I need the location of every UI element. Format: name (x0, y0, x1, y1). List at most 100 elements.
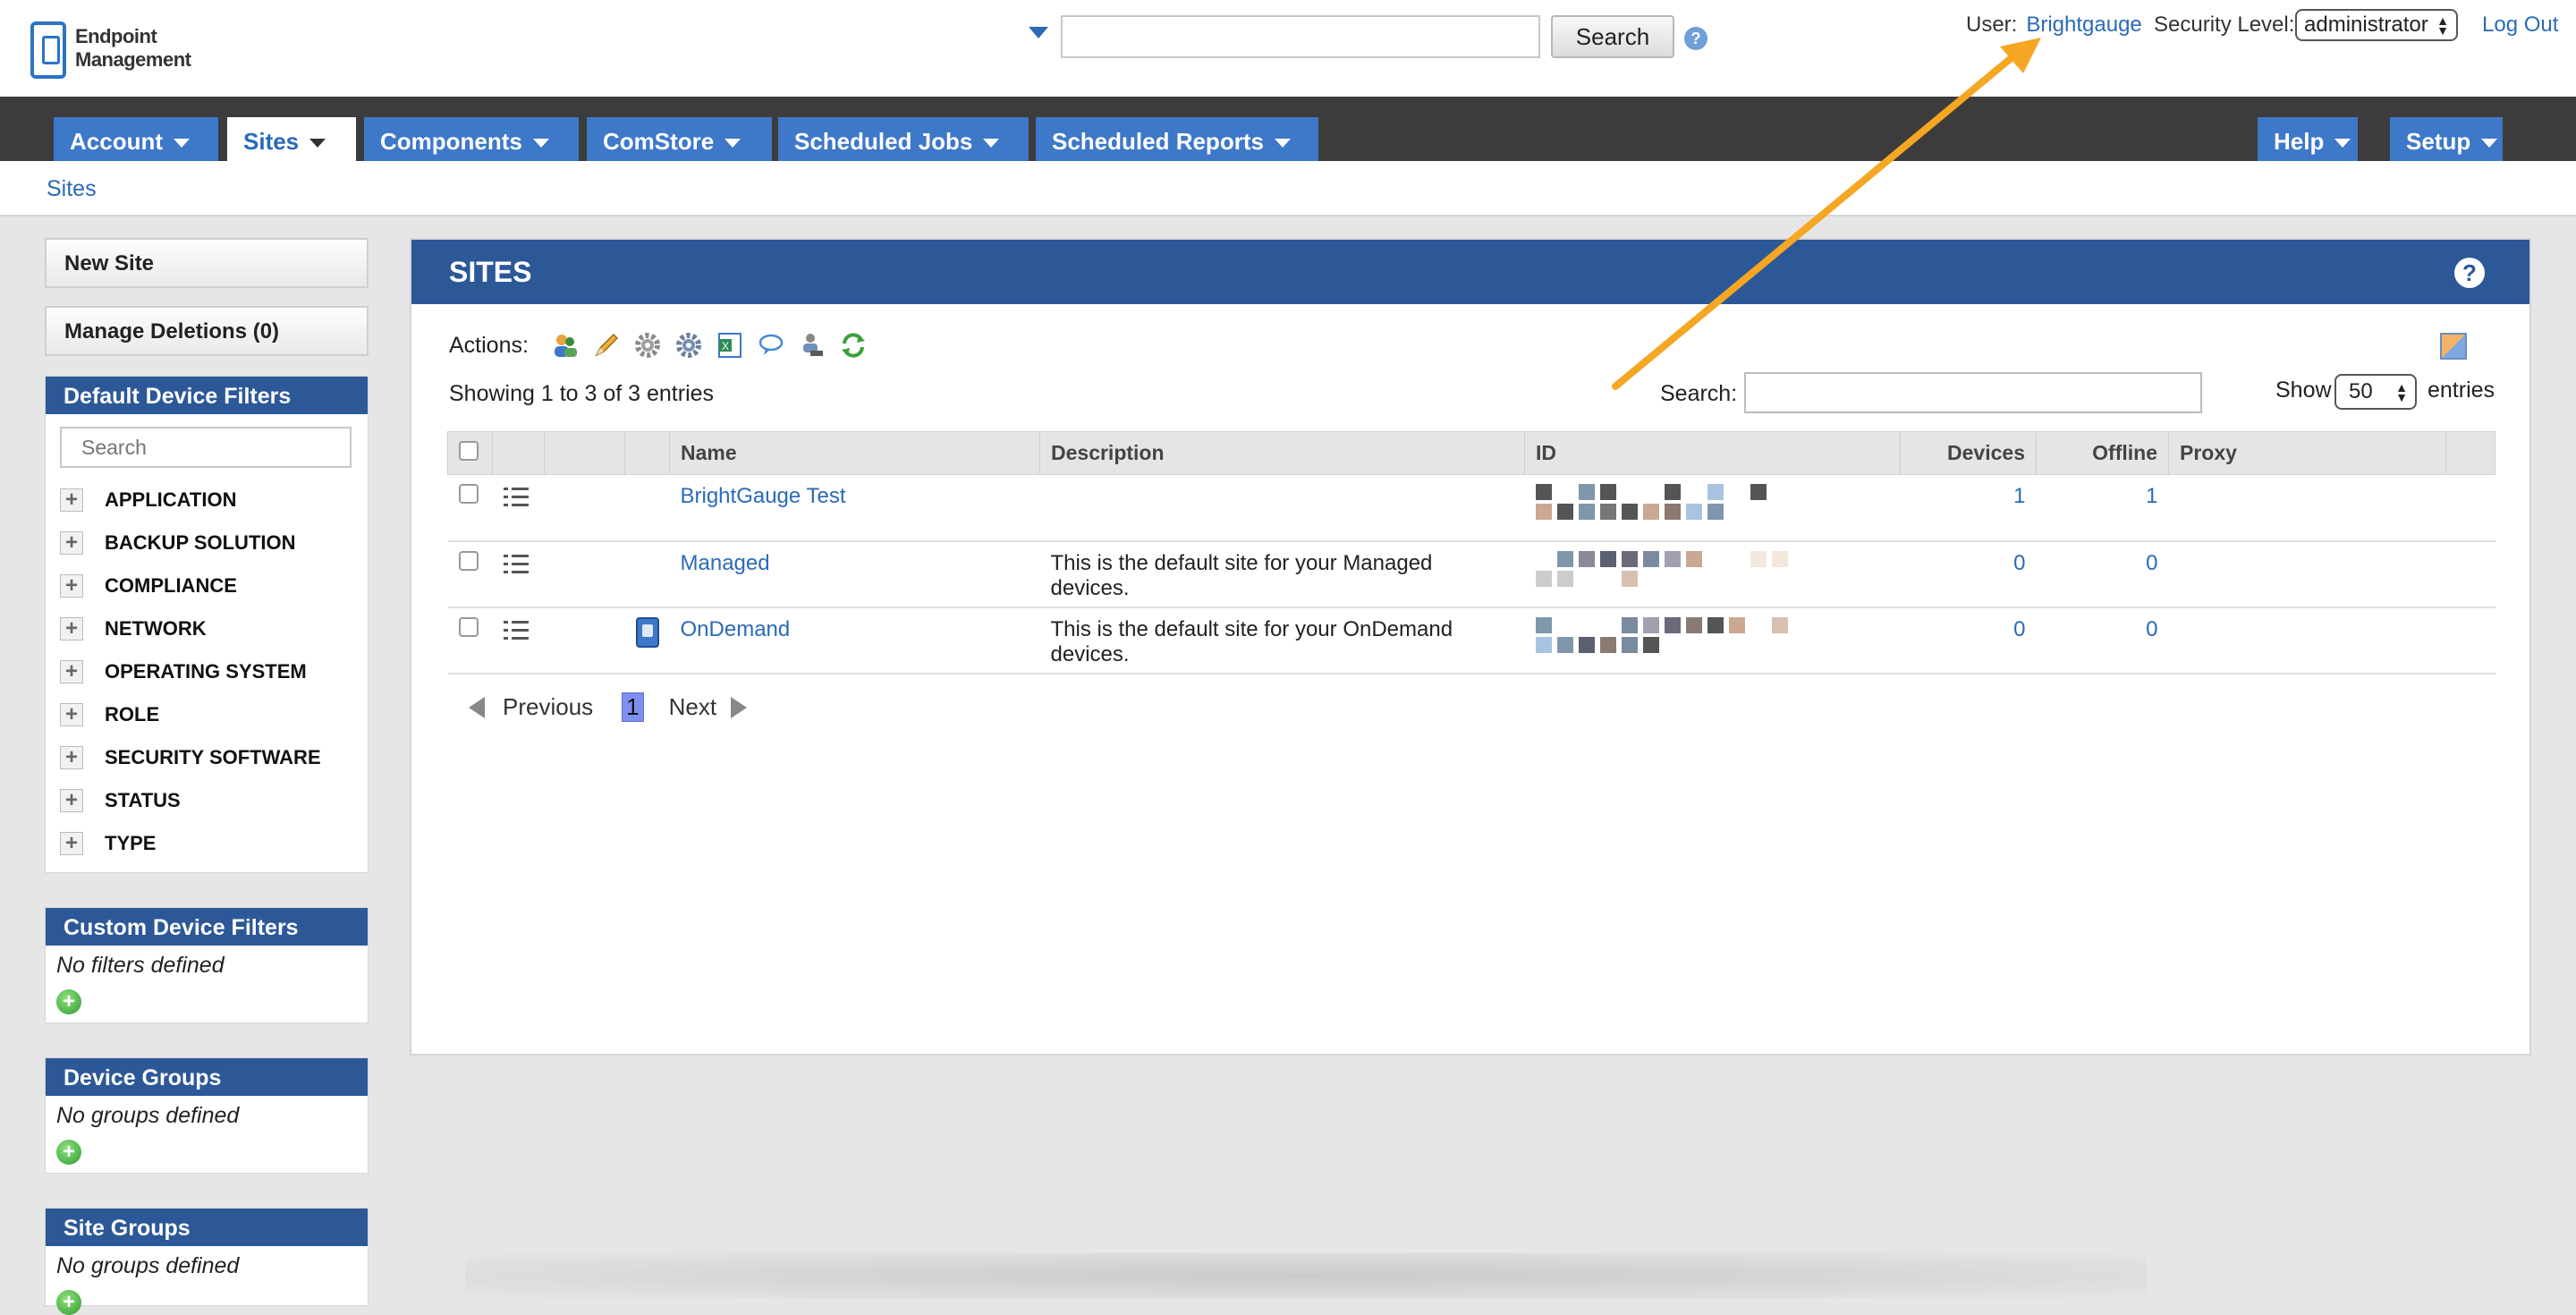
add-circle-icon[interactable]: + (56, 1290, 81, 1315)
list-menu-icon[interactable] (503, 488, 529, 507)
nav-tab-scheduled-reports[interactable]: Scheduled Reports (1036, 117, 1318, 161)
column-header-name[interactable]: Name (669, 431, 1040, 475)
offline-count-link[interactable]: 0 (2146, 617, 2157, 641)
chevron-down-icon (174, 139, 190, 148)
filter-item-status[interactable]: + STATUS (46, 779, 368, 822)
plus-icon[interactable]: + (60, 617, 83, 641)
page-number-current[interactable]: 1 (622, 692, 644, 722)
plus-icon[interactable]: + (60, 746, 83, 769)
security-level-select[interactable]: administrator ▲ ▼ (2295, 9, 2458, 41)
page-size-value: 50 (2349, 379, 2373, 403)
nav-tab-account[interactable]: Account (54, 117, 218, 161)
filter-item-operating-system[interactable]: + OPERATING SYSTEM (46, 650, 368, 693)
filter-item-security-software[interactable]: + SECURITY SOFTWARE (46, 736, 368, 779)
breadcrumb-sites[interactable]: Sites (47, 176, 97, 202)
column-header-devices[interactable]: Devices (1900, 431, 2037, 475)
filter-search-input[interactable] (60, 427, 352, 468)
actions-label: Actions: (449, 333, 529, 358)
svg-text:X: X (722, 340, 729, 352)
pencil-icon[interactable] (592, 331, 621, 360)
add-circle-icon[interactable]: + (56, 1140, 81, 1165)
global-search-button[interactable]: Search (1551, 15, 1674, 58)
devices-count-link[interactable]: 0 (2013, 617, 2025, 641)
list-menu-icon[interactable] (503, 554, 529, 574)
plus-icon[interactable]: + (60, 660, 83, 683)
nav-tab-setup[interactable]: Setup (2390, 117, 2503, 161)
table-row[interactable]: Managed This is the default site for you… (447, 540, 2496, 608)
plus-icon[interactable]: + (60, 703, 83, 726)
plus-icon[interactable]: + (60, 574, 83, 598)
previous-page-link[interactable]: Previous (503, 693, 593, 721)
global-search-input[interactable] (1061, 15, 1540, 58)
gears-icon[interactable] (674, 331, 703, 360)
main-nav: Account Sites Components ComStore Schedu… (0, 97, 2576, 161)
refresh-icon[interactable] (839, 331, 868, 360)
proxy-cell (2168, 474, 2446, 542)
previous-arrow-icon[interactable] (469, 696, 485, 718)
column-header-id[interactable]: ID (1524, 431, 1901, 475)
show-label: Show (2275, 378, 2332, 403)
new-site-button[interactable]: New Site (45, 238, 369, 288)
question-circle-icon[interactable]: ? (1684, 27, 1707, 50)
phone-logo-icon (30, 21, 66, 79)
site-id-redacted (1524, 540, 1901, 608)
nav-tab-components[interactable]: Components (364, 117, 579, 161)
nav-tab-scheduled-jobs[interactable]: Scheduled Jobs (778, 117, 1029, 161)
table-row[interactable]: OnDemand This is the default site for yo… (447, 607, 2496, 674)
filter-item-backup-solution[interactable]: + BACKUP SOLUTION (46, 522, 368, 564)
nav-tab-help[interactable]: Help (2258, 117, 2358, 161)
chevron-down-icon (532, 139, 549, 148)
filter-item-type[interactable]: + TYPE (46, 822, 368, 865)
proxy-cell (2168, 540, 2446, 608)
site-description (1039, 474, 1525, 542)
username-link[interactable]: Brightgauge (2026, 13, 2141, 37)
row-checkbox[interactable] (458, 484, 479, 504)
nav-tab-comstore[interactable]: ComStore (587, 117, 772, 161)
question-circle-icon[interactable]: ? (2454, 258, 2485, 288)
page-size-select[interactable]: 50 ▲ ▼ (2334, 374, 2417, 410)
next-page-link[interactable]: Next (669, 693, 716, 721)
filter-item-compliance[interactable]: + COMPLIANCE (46, 564, 368, 607)
app-logo[interactable]: Endpoint Management (30, 20, 191, 82)
table-row[interactable]: BrightGauge Test 1 1 (447, 474, 2496, 542)
row-checkbox[interactable] (458, 616, 479, 637)
offline-count-link[interactable]: 0 (2146, 551, 2157, 575)
excel-icon[interactable]: X (716, 331, 744, 360)
site-name-link[interactable]: Managed (681, 551, 770, 575)
site-name-link[interactable]: BrightGauge Test (681, 484, 846, 508)
filter-item-network[interactable]: + NETWORK (46, 607, 368, 650)
column-picker-icon[interactable] (2440, 333, 2467, 360)
user-transfer-icon[interactable] (798, 331, 826, 360)
next-arrow-icon[interactable] (731, 696, 748, 718)
entries-label: entries (2428, 378, 2496, 403)
users-icon[interactable] (551, 331, 580, 360)
row-checkbox[interactable] (458, 550, 479, 571)
security-level-label: Security Level: (2154, 13, 2295, 37)
site-name-link[interactable]: OnDemand (681, 617, 791, 641)
plus-icon[interactable]: + (60, 789, 83, 812)
sites-table: Name Description ID Devices Offline Prox… (447, 431, 2496, 674)
add-circle-icon[interactable]: + (56, 989, 81, 1014)
select-all-checkbox[interactable] (459, 440, 479, 461)
plus-icon[interactable]: + (60, 531, 83, 555)
filter-item-role[interactable]: + ROLE (46, 693, 368, 736)
column-header-offline[interactable]: Offline (2036, 431, 2169, 475)
table-search-label: Search: (1660, 381, 1738, 406)
comment-icon[interactable] (757, 331, 785, 360)
filter-item-application[interactable]: + APPLICATION (46, 479, 368, 522)
gear-icon[interactable] (633, 331, 662, 360)
offline-count-link[interactable]: 1 (2146, 484, 2157, 508)
plus-icon[interactable]: + (60, 488, 83, 512)
devices-count-link[interactable]: 1 (2013, 484, 2025, 508)
search-scope-dropdown-icon[interactable] (1029, 27, 1048, 38)
table-search-input[interactable] (1744, 372, 2202, 413)
devices-count-link[interactable]: 0 (2013, 551, 2025, 575)
plus-icon[interactable]: + (60, 832, 83, 855)
nav-tab-sites[interactable]: Sites (227, 117, 356, 161)
column-header-description[interactable]: Description (1039, 431, 1525, 475)
list-menu-icon[interactable] (503, 620, 529, 641)
site-id-redacted (1524, 607, 1901, 674)
logout-link[interactable]: Log Out (2482, 13, 2558, 38)
column-header-proxy[interactable]: Proxy (2168, 431, 2446, 475)
manage-deletions-button[interactable]: Manage Deletions (0) (45, 306, 369, 356)
